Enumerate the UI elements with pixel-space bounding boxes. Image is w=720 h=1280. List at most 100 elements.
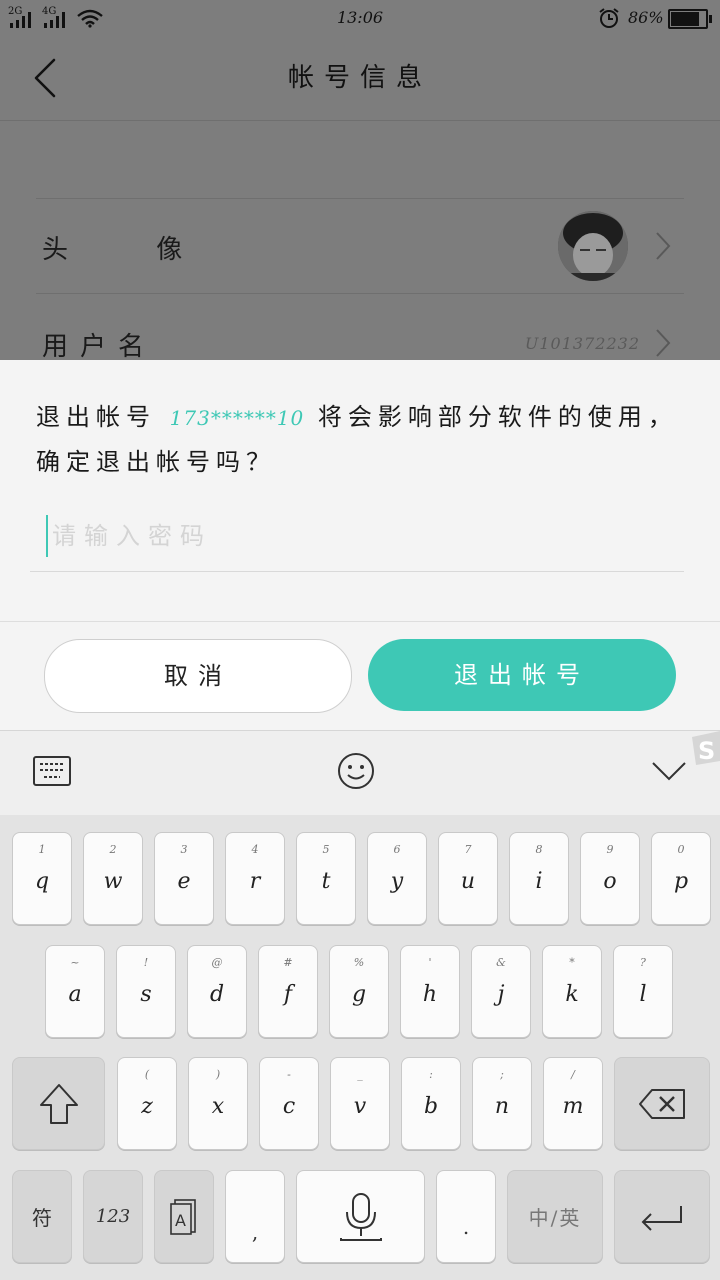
key-secondary-label: ~ — [70, 956, 80, 969]
key-label: u — [460, 869, 476, 894]
language-switch-key[interactable]: 中/英 — [507, 1170, 603, 1263]
masked-account: 173******10 — [169, 406, 305, 430]
key-label: j — [497, 982, 505, 1007]
key-p[interactable]: 0p — [651, 832, 711, 925]
key-x[interactable]: ) x — [188, 1057, 248, 1150]
shift-key[interactable] — [12, 1057, 105, 1150]
enter-key[interactable] — [614, 1170, 710, 1263]
sogou-logo-icon: S — [692, 731, 720, 765]
backspace-key[interactable] — [614, 1057, 710, 1150]
key-label: w — [103, 869, 123, 894]
logout-button[interactable]: 退出帐号 — [368, 639, 676, 711]
key-secondary-label: - — [287, 1068, 291, 1081]
microphone-icon — [339, 1192, 382, 1241]
key-label: t — [321, 869, 331, 894]
key-secondary-label: / — [571, 1068, 575, 1081]
key-m[interactable]: / m — [543, 1057, 603, 1150]
username-row[interactable]: 用户名 U101372232 — [0, 294, 720, 362]
key-n[interactable]: ; n — [472, 1057, 532, 1150]
key-secondary-label: 6 — [393, 843, 401, 856]
chevron-down-icon[interactable] — [650, 759, 688, 783]
key-label: l — [639, 982, 647, 1007]
comma-key[interactable]: , — [225, 1170, 285, 1263]
key-r[interactable]: 4r — [225, 832, 285, 925]
key-e[interactable]: 3e — [154, 832, 214, 925]
avatar-image — [558, 211, 628, 281]
battery-icon — [668, 9, 712, 29]
text-caret — [46, 515, 48, 557]
key-secondary-label: _ — [357, 1068, 363, 1081]
period-key-label: . — [462, 1214, 470, 1239]
key-g[interactable]: % g — [329, 945, 389, 1038]
avatar-row[interactable]: 头 像 — [0, 199, 720, 293]
key-secondary-label: % — [353, 956, 365, 969]
key-q[interactable]: 1q — [12, 832, 72, 925]
cancel-button[interactable]: 取消 — [44, 639, 352, 713]
password-placeholder: 请输入密码 — [52, 522, 212, 550]
key-l[interactable]: ? l — [613, 945, 673, 1038]
comma-key-label: , — [251, 1219, 259, 1244]
key-h[interactable]: ' h — [400, 945, 460, 1038]
voice-key[interactable] — [296, 1170, 425, 1263]
key-secondary-label: 1 — [38, 843, 46, 856]
key-d[interactable]: @ d — [187, 945, 247, 1038]
key-label: n — [494, 1094, 510, 1119]
key-secondary-label: ) — [215, 1068, 221, 1081]
emoji-icon[interactable] — [336, 751, 376, 791]
password-input[interactable]: 请输入密码 — [30, 505, 684, 572]
key-w[interactable]: 2w — [83, 832, 143, 925]
period-key[interactable]: . — [436, 1170, 496, 1263]
key-secondary-label: 9 — [606, 843, 614, 856]
avatar-label: 头 像 — [42, 235, 223, 265]
battery-tip — [709, 15, 712, 23]
key-label: b — [423, 1094, 439, 1119]
avatar — [558, 211, 628, 281]
key-label: m — [562, 1094, 584, 1119]
language-switch-label: 中/英 — [528, 1206, 582, 1230]
handwriting-key[interactable]: A — [154, 1170, 214, 1263]
keyboard-icon[interactable] — [32, 753, 72, 789]
key-secondary-label: * — [569, 956, 575, 969]
key-secondary-label: 7 — [464, 843, 472, 856]
key-f[interactable]: # f — [258, 945, 318, 1038]
key-t[interactable]: 5t — [296, 832, 356, 925]
number-key[interactable]: 123 — [83, 1170, 143, 1263]
key-secondary-label: @ — [211, 956, 223, 969]
enter-icon — [641, 1205, 682, 1231]
shift-arrow-icon — [39, 1083, 78, 1124]
key-secondary-label: 4 — [251, 843, 259, 856]
number-key-label: 123 — [95, 1206, 131, 1227]
key-secondary-label: ! — [143, 956, 149, 969]
chevron-right-icon — [656, 232, 671, 260]
svg-text:S: S — [698, 737, 715, 765]
alarm-icon — [599, 8, 619, 28]
key-i[interactable]: 8i — [509, 832, 569, 925]
key-label: c — [282, 1094, 296, 1119]
key-z[interactable]: (z — [117, 1057, 177, 1150]
account-info-list: 头 像 用户名 U101372232 — [0, 121, 720, 362]
key-u[interactable]: 7u — [438, 832, 498, 925]
battery-fill — [671, 12, 699, 26]
key-label: v — [353, 1094, 367, 1119]
key-label: q — [34, 869, 50, 894]
battery-percent: 86% — [628, 8, 664, 27]
key-s[interactable]: ! s — [116, 945, 176, 1038]
key-b[interactable]: :b — [401, 1057, 461, 1150]
key-label: e — [177, 869, 191, 894]
symbol-key[interactable]: 符 — [12, 1170, 72, 1263]
key-secondary-label: & — [496, 956, 506, 969]
username-value: U101372232 — [524, 334, 640, 353]
key-o[interactable]: 9o — [580, 832, 640, 925]
key-k[interactable]: * k — [542, 945, 602, 1038]
key-label: z — [141, 1094, 153, 1119]
key-a[interactable]: ~ a — [45, 945, 105, 1038]
key-j[interactable]: & j — [471, 945, 531, 1038]
key-y[interactable]: 6y — [367, 832, 427, 925]
key-label: i — [535, 869, 543, 894]
key-label: a — [68, 982, 82, 1007]
key-secondary-label: ( — [144, 1068, 150, 1081]
key-v[interactable]: _ v — [330, 1057, 390, 1150]
key-c[interactable]: -c — [259, 1057, 319, 1150]
key-secondary-label: 2 — [109, 843, 117, 856]
key-secondary-label: 0 — [677, 843, 685, 856]
